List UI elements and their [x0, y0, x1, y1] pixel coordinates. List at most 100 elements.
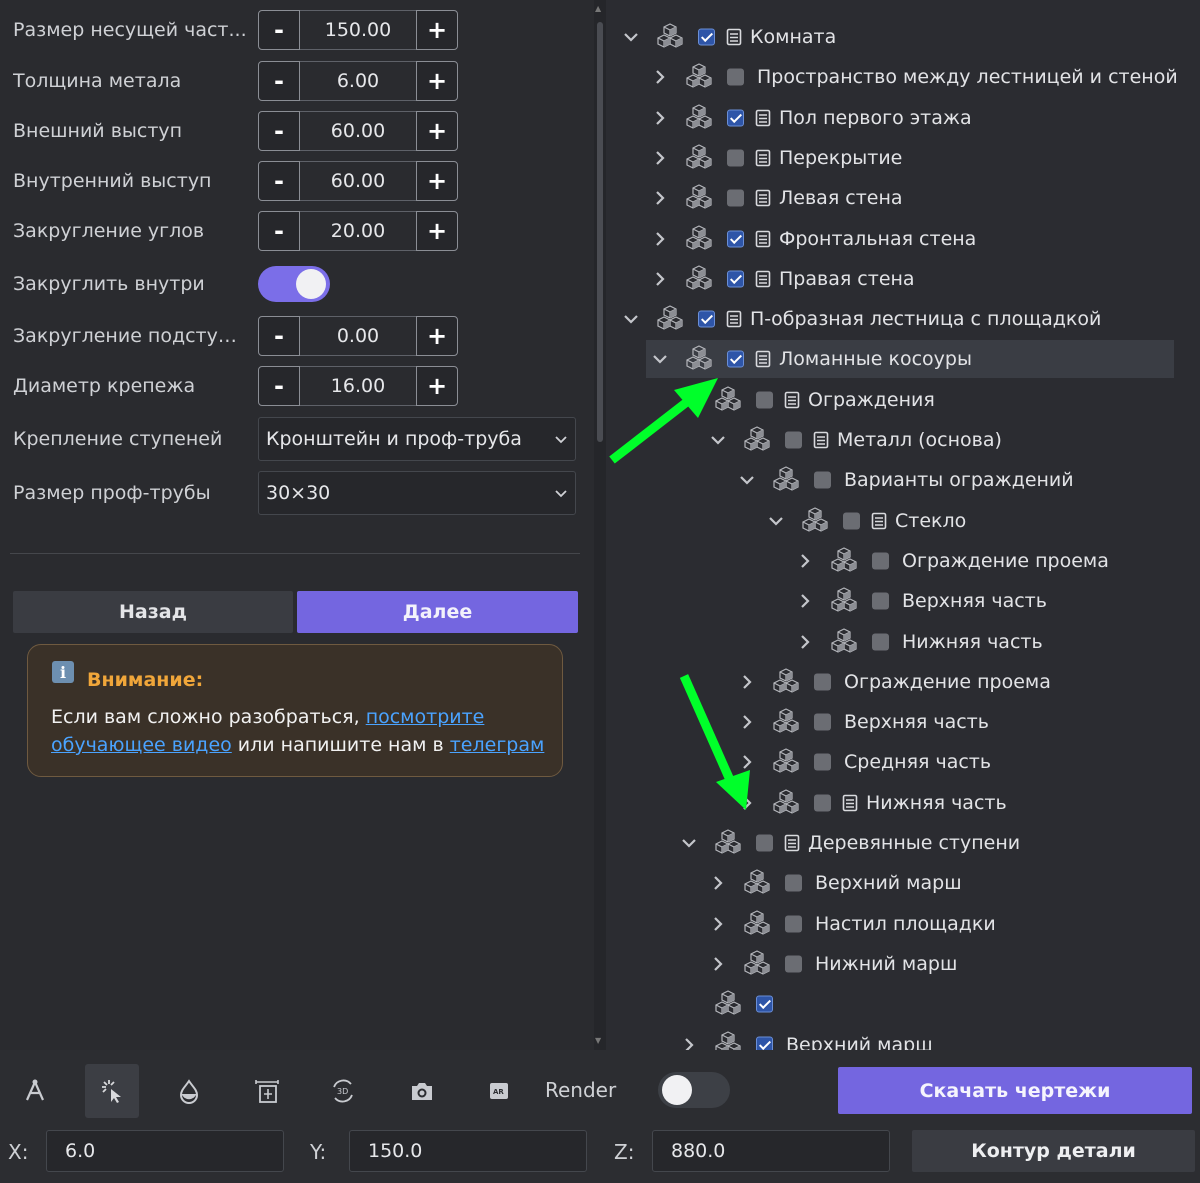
param-select[interactable]: Кронштейн и проф-труба	[258, 417, 576, 461]
tree-item[interactable]: Деревянные ступени	[606, 824, 1200, 862]
y-input[interactable]: 150.0	[349, 1130, 587, 1172]
visibility-checkbox[interactable]	[727, 149, 744, 167]
visibility-checkbox[interactable]	[814, 673, 831, 691]
visibility-checkbox[interactable]	[698, 28, 715, 46]
decrement-button[interactable]: -	[258, 111, 300, 151]
visibility-checkbox[interactable]	[814, 753, 831, 771]
tree-item[interactable]: Верхний марш	[606, 1026, 1200, 1050]
visibility-checkbox[interactable]	[756, 834, 773, 852]
chevron-down-icon[interactable]	[622, 28, 640, 46]
tree-item[interactable]	[606, 985, 1200, 1023]
tree-item[interactable]: Нижний марш	[606, 945, 1200, 983]
visibility-checkbox[interactable]	[727, 230, 744, 247]
chevron-right-icon[interactable]	[651, 189, 669, 207]
tree-item[interactable]: Настил площадки	[606, 905, 1200, 943]
param-select[interactable]: 30×30	[258, 471, 576, 515]
tree-item[interactable]: Правая стена	[606, 260, 1200, 298]
part-contour-button[interactable]: Контур детали	[912, 1130, 1195, 1172]
tree-item[interactable]: Нижняя часть	[606, 623, 1200, 661]
decrement-button[interactable]: -	[258, 316, 300, 356]
tree-item[interactable]: Стекло	[606, 502, 1200, 540]
chevron-right-icon[interactable]	[651, 109, 669, 127]
tree-item[interactable]: Комната	[606, 18, 1200, 56]
visibility-checkbox[interactable]	[727, 109, 744, 127]
chevron-down-icon[interactable]	[767, 512, 785, 530]
visibility-checkbox[interactable]	[756, 995, 773, 1013]
param-value-input[interactable]: 60.00	[300, 111, 416, 151]
telegram-link[interactable]: телеграм	[450, 734, 545, 756]
tree-item[interactable]: Фронтальная стена	[606, 220, 1200, 258]
visibility-checkbox[interactable]	[727, 270, 744, 288]
dimension-tool-button[interactable]	[240, 1064, 294, 1118]
x-input[interactable]: 6.0	[46, 1130, 284, 1172]
chevron-right-icon[interactable]	[680, 1036, 698, 1050]
visibility-checkbox[interactable]	[814, 713, 831, 731]
visibility-checkbox[interactable]	[785, 915, 802, 933]
param-value-input[interactable]: 16.00	[300, 366, 416, 406]
visibility-checkbox[interactable]	[756, 391, 773, 409]
ar-button[interactable]: AR	[472, 1064, 526, 1118]
chevron-down-icon[interactable]	[651, 350, 669, 368]
param-toggle[interactable]	[258, 266, 330, 302]
chevron-right-icon[interactable]	[651, 149, 669, 167]
chevron-down-icon[interactable]	[622, 310, 640, 328]
fill-tool-button[interactable]	[162, 1064, 216, 1118]
visibility-checkbox[interactable]	[727, 350, 744, 368]
visibility-checkbox[interactable]	[872, 552, 889, 570]
visibility-checkbox[interactable]	[843, 512, 860, 530]
tree-item[interactable]: Ограждение проема	[606, 542, 1200, 580]
visibility-checkbox[interactable]	[872, 633, 889, 650]
increment-button[interactable]: +	[416, 211, 458, 251]
tree-item[interactable]: Перекрытие	[606, 139, 1200, 177]
decrement-button[interactable]: -	[258, 61, 300, 101]
tree-item[interactable]: Левая стена	[606, 179, 1200, 217]
visibility-checkbox[interactable]	[727, 68, 744, 86]
increment-button[interactable]: +	[416, 61, 458, 101]
chevron-right-icon[interactable]	[651, 230, 669, 248]
decrement-button[interactable]: -	[258, 366, 300, 406]
z-input[interactable]: 880.0	[652, 1130, 890, 1172]
tree-item[interactable]: Пол первого этажа	[606, 99, 1200, 137]
param-value-input[interactable]: 150.00	[300, 10, 416, 50]
rotate-3d-button[interactable]: 3D	[316, 1064, 370, 1118]
visibility-checkbox[interactable]	[785, 874, 802, 892]
tree-item[interactable]: П-образная лестница с площадкой	[606, 300, 1200, 338]
tree-item[interactable]: Пространство между лестницей и стеной	[606, 58, 1200, 96]
visibility-checkbox[interactable]	[785, 431, 802, 449]
visibility-checkbox[interactable]	[698, 310, 715, 328]
increment-button[interactable]: +	[416, 111, 458, 151]
chevron-right-icon[interactable]	[651, 68, 669, 86]
visibility-checkbox[interactable]	[785, 955, 802, 973]
next-button[interactable]: Далее	[297, 591, 578, 633]
chevron-right-icon[interactable]	[709, 955, 727, 973]
tree-item[interactable]: Верхний марш	[606, 864, 1200, 902]
chevron-right-icon[interactable]	[796, 552, 814, 570]
camera-button[interactable]	[395, 1064, 449, 1118]
chevron-right-icon[interactable]	[709, 915, 727, 933]
chevron-right-icon[interactable]	[709, 874, 727, 892]
download-drawings-button[interactable]: Скачать чертежи	[838, 1067, 1192, 1114]
visibility-checkbox[interactable]	[872, 592, 889, 610]
increment-button[interactable]: +	[416, 10, 458, 50]
scroll-up-icon[interactable]: ▲	[595, 4, 601, 13]
render-toggle[interactable]	[658, 1072, 730, 1108]
visibility-checkbox[interactable]	[814, 794, 831, 812]
param-value-input[interactable]: 60.00	[300, 161, 416, 201]
decrement-button[interactable]: -	[258, 161, 300, 201]
increment-button[interactable]: +	[416, 316, 458, 356]
increment-button[interactable]: +	[416, 366, 458, 406]
select-tool-button[interactable]	[85, 1064, 139, 1118]
chevron-right-icon[interactable]	[651, 270, 669, 288]
decrement-button[interactable]: -	[258, 10, 300, 50]
chevron-right-icon[interactable]	[796, 592, 814, 610]
tree-item[interactable]: Верхняя часть	[606, 582, 1200, 620]
scroll-down-icon[interactable]: ▼	[595, 1036, 601, 1045]
chevron-down-icon[interactable]	[738, 471, 756, 489]
param-value-input[interactable]: 0.00	[300, 316, 416, 356]
chevron-right-icon[interactable]	[796, 633, 814, 651]
visibility-checkbox[interactable]	[814, 471, 831, 489]
param-value-input[interactable]: 20.00	[300, 211, 416, 251]
visibility-checkbox[interactable]	[756, 1036, 773, 1050]
visibility-checkbox[interactable]	[727, 189, 744, 207]
chevron-down-icon[interactable]	[680, 834, 698, 852]
